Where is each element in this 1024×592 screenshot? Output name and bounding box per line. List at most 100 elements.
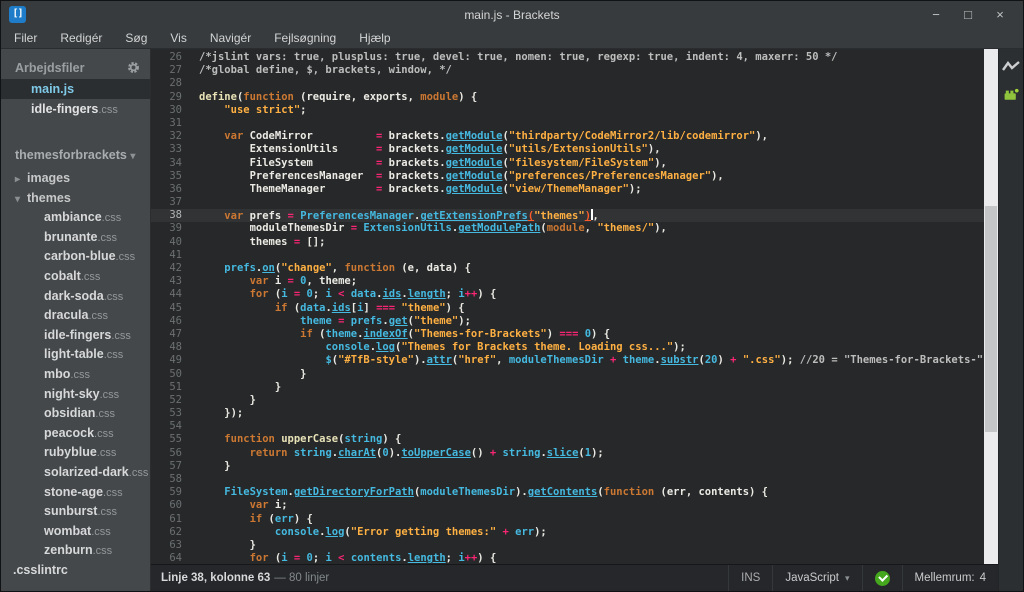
- code-line[interactable]: 26/*jslint vars: true, plusplus: true, d…: [151, 51, 984, 64]
- code-line[interactable]: 36 ThemeManager = brackets.getModule("vi…: [151, 183, 984, 196]
- menu-item[interactable]: Hjælp: [359, 31, 390, 45]
- tree-file-item[interactable]: cobalt.css: [1, 267, 150, 287]
- tree-file-item[interactable]: .csslintrc: [1, 561, 150, 581]
- code-text: if (data.ids[i] === "theme") {: [199, 302, 984, 315]
- extension-manager-icon[interactable]: [1001, 87, 1021, 103]
- code-text: prefs.on("change", function (e, data) {: [199, 262, 984, 275]
- code-line[interactable]: 64 for (i = 0; i < contents.length; i++)…: [151, 552, 984, 564]
- code-line[interactable]: 52 }: [151, 394, 984, 407]
- live-preview-icon[interactable]: [1001, 59, 1021, 75]
- code-line[interactable]: 39 moduleThemesDir = ExtensionUtils.getM…: [151, 222, 984, 235]
- line-number: 55: [151, 433, 199, 446]
- code-line[interactable]: 63 }: [151, 539, 984, 552]
- project-dropdown[interactable]: themesforbrackets ▾: [1, 145, 150, 169]
- chevron-down-icon: ▾: [130, 151, 135, 162]
- line-number: 47: [151, 328, 199, 341]
- tree-file-item[interactable]: solarized-dark.css: [1, 463, 150, 483]
- language-selector[interactable]: JavaScript ▾: [773, 565, 861, 591]
- code-line[interactable]: 31: [151, 117, 984, 130]
- file-name: solarized-dark: [44, 465, 129, 479]
- menu-item[interactable]: Vis: [170, 31, 186, 45]
- lint-status[interactable]: [863, 565, 902, 591]
- code-line[interactable]: 33 ExtensionUtils = brackets.getModule("…: [151, 143, 984, 156]
- code-line[interactable]: 49 $("#TfB-style").attr("href", moduleTh…: [151, 354, 984, 367]
- tree-file-item[interactable]: zenburn.css: [1, 541, 150, 561]
- code-line[interactable]: 50 }: [151, 368, 984, 381]
- code-text: theme = prefs.get("theme");: [199, 315, 984, 328]
- code-line[interactable]: 60 var i;: [151, 499, 984, 512]
- code-line[interactable]: 47 if (theme.indexOf("Themes-for-Bracket…: [151, 328, 984, 341]
- code-line[interactable]: 53 });: [151, 407, 984, 420]
- code-line[interactable]: 40 themes = [];: [151, 236, 984, 249]
- code-line[interactable]: 28: [151, 77, 984, 90]
- tree-file-item[interactable]: dracula.css: [1, 306, 150, 326]
- code-line[interactable]: 30 "use strict";: [151, 104, 984, 117]
- menu-item[interactable]: Søg: [125, 31, 147, 45]
- scrollbar-thumb[interactable]: [985, 206, 997, 432]
- gear-icon[interactable]: [126, 60, 141, 75]
- tree-file-item[interactable]: dark-soda.css: [1, 287, 150, 307]
- line-number: 48: [151, 341, 199, 354]
- code-text: }: [199, 394, 984, 407]
- code-line[interactable]: 61 if (err) {: [151, 513, 984, 526]
- tree-file-item[interactable]: mbo.css: [1, 365, 150, 385]
- status-bar: Linje 38, kolonne 63 — 80 linjer INS Jav…: [151, 564, 998, 591]
- tree-file-item[interactable]: ambiance.css: [1, 208, 150, 228]
- tree-file-item[interactable]: idle-fingers.css: [1, 326, 150, 346]
- tree-folder-themes[interactable]: ▾themes: [1, 189, 150, 209]
- vertical-scrollbar[interactable]: [984, 49, 998, 564]
- line-number: 58: [151, 473, 199, 486]
- line-number: 36: [151, 183, 199, 196]
- menu-item[interactable]: Filer: [14, 31, 37, 45]
- tree-file-item[interactable]: wombat.css: [1, 522, 150, 542]
- tree-file-item[interactable]: rubyblue.css: [1, 443, 150, 463]
- maximize-button[interactable]: □: [957, 7, 979, 22]
- code-line[interactable]: 56 return string.charAt(0).toUpperCase()…: [151, 447, 984, 460]
- working-file-item[interactable]: idle-fingers.css: [1, 99, 150, 119]
- code-line[interactable]: 44 for (i = 0; i < data.ids.length; i++)…: [151, 288, 984, 301]
- tree-folder-images[interactable]: ▸images: [1, 169, 150, 189]
- file-extension: .css: [95, 408, 115, 420]
- tree-file-item[interactable]: carbon-blue.css: [1, 247, 150, 267]
- code-line[interactable]: 42 prefs.on("change", function (e, data)…: [151, 262, 984, 275]
- minimize-button[interactable]: −: [925, 7, 947, 22]
- tree-file-item[interactable]: night-sky.css: [1, 385, 150, 405]
- tree-file-item[interactable]: peacock.css: [1, 424, 150, 444]
- code-line[interactable]: 57 }: [151, 460, 984, 473]
- menu-item[interactable]: Fejlsøgning: [274, 31, 336, 45]
- code-line[interactable]: 55 function upperCase(string) {: [151, 433, 984, 446]
- code-line[interactable]: 58: [151, 473, 984, 486]
- code-line[interactable]: 41: [151, 249, 984, 262]
- code-line[interactable]: 29define(function (require, exports, mod…: [151, 91, 984, 104]
- code-line[interactable]: 54: [151, 420, 984, 433]
- indent-setting[interactable]: Mellemrum: 4: [903, 565, 998, 591]
- code-line[interactable]: 32 var CodeMirror = brackets.getModule("…: [151, 130, 984, 143]
- menu-item[interactable]: Redigér: [60, 31, 102, 45]
- file-name: sunburst: [44, 504, 97, 518]
- tree-file-item[interactable]: light-table.css: [1, 345, 150, 365]
- code-line[interactable]: 48 console.log("Themes for Brackets them…: [151, 341, 984, 354]
- code-line[interactable]: 43 var i = 0, theme;: [151, 275, 984, 288]
- code-line[interactable]: 62 console.log("Error getting themes:" +…: [151, 526, 984, 539]
- working-file-item[interactable]: main.js: [1, 79, 150, 99]
- close-button[interactable]: ×: [989, 7, 1011, 22]
- code-line[interactable]: 51 }: [151, 381, 984, 394]
- code-line[interactable]: 45 if (data.ids[i] === "theme") {: [151, 302, 984, 315]
- code-editor[interactable]: 26/*jslint vars: true, plusplus: true, d…: [151, 49, 984, 564]
- tree-file-item[interactable]: stone-age.css: [1, 483, 150, 503]
- tree-file-item[interactable]: brunante.css: [1, 228, 150, 248]
- code-line[interactable]: 46 theme = prefs.get("theme");: [151, 315, 984, 328]
- code-line[interactable]: 35 PreferencesManager = brackets.getModu…: [151, 170, 984, 183]
- code-text: [199, 77, 984, 90]
- code-line[interactable]: 34 FileSystem = brackets.getModule("file…: [151, 157, 984, 170]
- menu-item[interactable]: Navigér: [210, 31, 251, 45]
- code-line[interactable]: 59 FileSystem.getDirectoryForPath(module…: [151, 486, 984, 499]
- code-line[interactable]: 37: [151, 196, 984, 209]
- file-extension: .css: [93, 545, 113, 557]
- tree-file-item[interactable]: sunburst.css: [1, 502, 150, 522]
- code-line[interactable]: 38 var prefs = PreferencesManager.getExt…: [151, 209, 984, 222]
- code-line[interactable]: 27/*global define, $, brackets, window, …: [151, 64, 984, 77]
- tree-file-item[interactable]: obsidian.css: [1, 404, 150, 424]
- code-text: });: [199, 407, 984, 420]
- insert-mode-indicator[interactable]: INS: [729, 565, 772, 591]
